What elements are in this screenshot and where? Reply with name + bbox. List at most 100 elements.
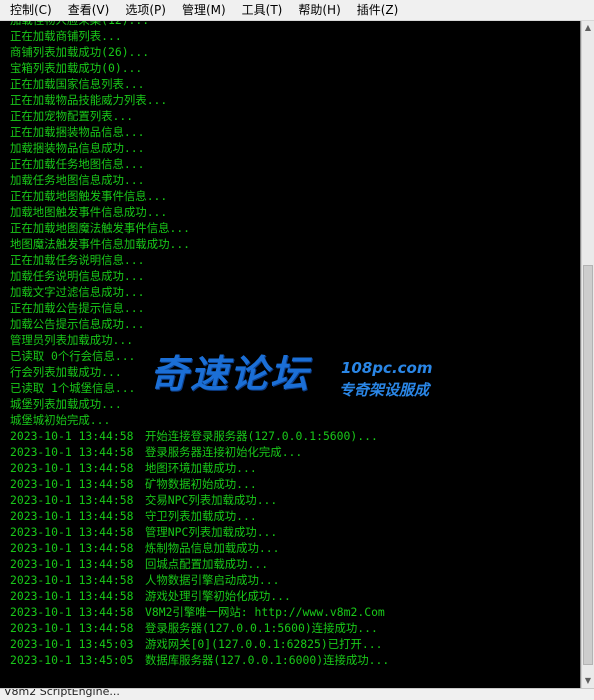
status-bar: V8m2 ScriptEngine... — [0, 688, 594, 700]
log-message: 炼制物品信息加载成功... — [145, 541, 280, 555]
log-line: 行会列表加载成功... — [10, 364, 389, 380]
log-line: 正在加载商铺列表... — [10, 28, 389, 44]
scroll-down-arrow-icon[interactable]: ▼ — [582, 674, 594, 688]
log-message: 游戏网关[0](127.0.0.1:62825)已打开... — [145, 637, 383, 651]
log-timestamp: 2023-10-1 13:44:58 — [10, 541, 134, 555]
log-line: 加载任务地图信息成功... — [10, 172, 389, 188]
log-message: 开始连接登录服务器(127.0.0.1:5600)... — [145, 429, 378, 443]
menu-manage[interactable]: 管理(M) — [174, 0, 234, 20]
log-message: 管理NPC列表加载成功... — [145, 525, 278, 539]
log-line: 已读取 1个城堡信息... — [10, 380, 389, 396]
log-message: V8M2引擎唯一网站: http://www.v8m2.Com — [145, 605, 385, 619]
log-line: 正在加载地图触发事件信息... — [10, 188, 389, 204]
log-message: 加载地图触发事件信息成功... — [10, 205, 168, 219]
log-timestamp: 2023-10-1 13:44:58 — [10, 589, 134, 603]
log-timestamp: 2023-10-1 13:44:58 — [10, 445, 134, 459]
log-timestamp: 2023-10-1 13:44:58 — [10, 621, 134, 635]
log-line: 2023-10-1 13:44:58 V8M2引擎唯一网站: http://www… — [10, 604, 389, 620]
log-line: 2023-10-1 13:44:58 地图环境加载成功... — [10, 460, 389, 476]
log-message: 人物数据引擎启动成功... — [145, 573, 280, 587]
log-line: 2023-10-1 13:44:58 游戏处理引擎初始化成功... — [10, 588, 389, 604]
menu-plugins[interactable]: 插件(Z) — [349, 0, 407, 20]
log-lines: 加载怪物人脸采集(12)... 正在加载商铺列表... 商铺列表加载成功(26)..… — [10, 21, 389, 668]
log-line: 加载怪物人脸采集(12)... — [10, 21, 389, 28]
log-timestamp: 2023-10-1 13:44:58 — [10, 573, 134, 587]
log-line: 2023-10-1 13:44:58 人物数据引擎启动成功... — [10, 572, 389, 588]
log-message: 正在加载商铺列表... — [10, 29, 122, 43]
log-message: 地图环境加载成功... — [145, 461, 257, 475]
log-line: 正在加载国家信息列表... — [10, 76, 389, 92]
log-timestamp: 2023-10-1 13:45:05 — [10, 653, 134, 667]
log-message: 地图魔法触发事件信息加载成功... — [10, 237, 191, 251]
log-line: 管理员列表加载成功... — [10, 332, 389, 348]
menu-help[interactable]: 帮助(H) — [290, 0, 348, 20]
log-message: 正在加载地图魔法触发事件信息... — [10, 221, 191, 235]
log-message: 回城点配置加载成功... — [145, 557, 269, 571]
menu-control[interactable]: 控制(C) — [0, 0, 60, 20]
log-message: 登录服务器连接初始化完成... — [145, 445, 303, 459]
log-line: 正在加载任务地图信息... — [10, 156, 389, 172]
log-line: 正在加载物品技能威力列表... — [10, 92, 389, 108]
log-line: 2023-10-1 13:44:58 登录服务器(127.0.0.1:5600)连… — [10, 620, 389, 636]
log-timestamp: 2023-10-1 13:44:58 — [10, 429, 134, 443]
log-message: 游戏处理引擎初始化成功... — [145, 589, 291, 603]
log-line: 加载任务说明信息成功... — [10, 268, 389, 284]
log-message: 交易NPC列表加载成功... — [145, 493, 278, 507]
log-timestamp: 2023-10-1 13:44:58 — [10, 525, 134, 539]
log-message: 矿物数据初始成功... — [145, 477, 257, 491]
menu-view[interactable]: 查看(V) — [60, 0, 118, 20]
log-timestamp: 2023-10-1 13:44:58 — [10, 605, 134, 619]
log-line: 城堡列表加载成功... — [10, 396, 389, 412]
log-message: 加载任务地图信息成功... — [10, 173, 145, 187]
log-line: 2023-10-1 13:44:58 交易NPC列表加载成功... — [10, 492, 389, 508]
log-message: 正在加载任务说明信息... — [10, 253, 145, 267]
log-timestamp: 2023-10-1 13:44:58 — [10, 493, 134, 507]
scrollbar-thumb[interactable] — [583, 265, 593, 665]
log-message: 加载任务说明信息成功... — [10, 269, 145, 283]
log-message: 已读取 0个行会信息... — [10, 349, 136, 363]
log-message: 正在加宠物配置列表... — [10, 109, 134, 123]
log-timestamp: 2023-10-1 13:45:03 — [10, 637, 134, 651]
log-message: 宝箱列表加载成功(0)... — [10, 61, 143, 75]
log-line: 商铺列表加载成功(26)... — [10, 44, 389, 60]
log-timestamp: 2023-10-1 13:44:58 — [10, 509, 134, 523]
log-message: 守卫列表加载成功... — [145, 509, 257, 523]
log-message: 正在加载公告提示信息... — [10, 301, 145, 315]
log-message: 管理员列表加载成功... — [10, 333, 134, 347]
log-line: 正在加载公告提示信息... — [10, 300, 389, 316]
log-message: 城堡城初始完成... — [10, 413, 111, 427]
log-line: 加载文字过滤信息成功... — [10, 284, 389, 300]
log-line: 正在加载地图魔法触发事件信息... — [10, 220, 389, 236]
log-line: 2023-10-1 13:44:58 守卫列表加载成功... — [10, 508, 389, 524]
log-line: 2023-10-1 13:44:58 管理NPC列表加载成功... — [10, 524, 389, 540]
log-message: 加载捆装物品信息成功... — [10, 141, 145, 155]
log-line: 正在加载任务说明信息... — [10, 252, 389, 268]
log-message: 正在加载国家信息列表... — [10, 77, 145, 91]
log-line: 加载公告提示信息成功... — [10, 316, 389, 332]
menu-bar: 控制(C) 查看(V) 选项(P) 管理(M) 工具(T) 帮助(H) 插件(Z… — [0, 0, 594, 21]
log-timestamp: 2023-10-1 13:44:58 — [10, 461, 134, 475]
log-timestamp: 2023-10-1 13:44:58 — [10, 477, 134, 491]
log-line: 宝箱列表加载成功(0)... — [10, 60, 389, 76]
log-line: 城堡城初始完成... — [10, 412, 389, 428]
log-line: 2023-10-1 13:44:58 炼制物品信息加载成功... — [10, 540, 389, 556]
log-message: 已读取 1个城堡信息... — [10, 381, 136, 395]
log-line: 2023-10-1 13:44:58 回城点配置加载成功... — [10, 556, 389, 572]
console-log[interactable]: 加载怪物人脸采集(12)... 正在加载商铺列表... 商铺列表加载成功(26)..… — [0, 21, 581, 688]
log-message: 正在加载地图触发事件信息... — [10, 189, 168, 203]
log-line: 2023-10-1 13:44:58 矿物数据初始成功... — [10, 476, 389, 492]
log-message: 商铺列表加载成功(26)... — [10, 45, 150, 59]
log-message: 数据库服务器(127.0.0.1:6000)连接成功... — [145, 653, 390, 667]
log-line: 加载地图触发事件信息成功... — [10, 204, 389, 220]
log-message: 正在加载任务地图信息... — [10, 157, 145, 171]
menu-options[interactable]: 选项(P) — [117, 0, 174, 20]
log-message: 加载公告提示信息成功... — [10, 317, 145, 331]
log-line: 已读取 0个行会信息... — [10, 348, 389, 364]
log-message: 正在加载捆装物品信息... — [10, 125, 145, 139]
log-message: 行会列表加载成功... — [10, 365, 122, 379]
log-line: 2023-10-1 13:44:58 登录服务器连接初始化完成... — [10, 444, 389, 460]
vertical-scrollbar[interactable]: ▲ ▼ — [581, 21, 594, 688]
menu-tools[interactable]: 工具(T) — [234, 0, 291, 20]
scroll-up-arrow-icon[interactable]: ▲ — [582, 21, 594, 35]
log-line: 2023-10-1 13:45:05 数据库服务器(127.0.0.1:6000)… — [10, 652, 389, 668]
